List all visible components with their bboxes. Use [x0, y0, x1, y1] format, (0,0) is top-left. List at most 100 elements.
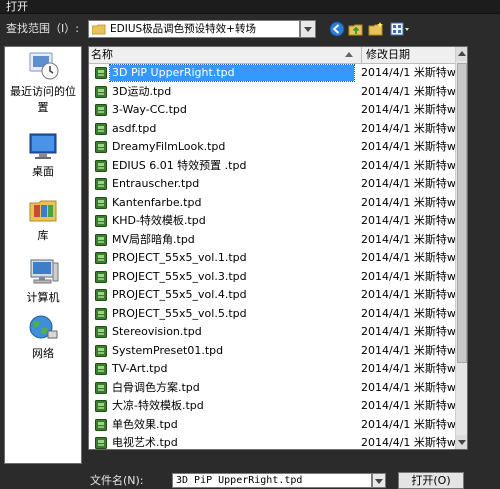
- column-name-header[interactable]: 名称: [91, 47, 113, 63]
- file-row[interactable]: Stereovision.tpd 2014/4/1 米斯特wa...: [89, 323, 455, 342]
- place-computer[interactable]: 计算机: [5, 257, 81, 305]
- file-name: 大凉-特效模板.tpd: [112, 399, 204, 412]
- file-row[interactable]: 3-Way-CC.tpd 2014/4/1 米斯特wa...: [89, 101, 455, 120]
- file-name: 单色效果.tpd: [112, 417, 178, 431]
- file-row[interactable]: PROJECT_55x5_vol.5.tpd 2014/4/1 米斯特wa...: [89, 305, 455, 324]
- file-name: PROJECT_55x5_vol.3.tpd: [112, 269, 247, 283]
- file-name: PROJECT_55x5_vol.1.tpd: [112, 251, 247, 264]
- place-library[interactable]: 库: [5, 195, 81, 243]
- file-name-input[interactable]: [172, 473, 372, 488]
- place-library-label: 库: [37, 229, 49, 242]
- sort-arrow-icon: [345, 52, 353, 57]
- file-row[interactable]: Entrauscher.tpd 2014/4/1 米斯特wa...: [89, 175, 455, 194]
- file-date: 2014/4/1 米斯特wa...: [361, 417, 455, 431]
- file-row[interactable]: asdf.tpd 2014/4/1 米斯特wa...: [89, 120, 455, 139]
- look-in-dropdown-button[interactable]: [300, 20, 316, 38]
- file-name: DreamyFilmLook.tpd: [112, 140, 226, 153]
- file-row[interactable]: Kantenfarbe.tpd 2014/4/1 米斯特wa...: [89, 194, 455, 213]
- file-row[interactable]: KHD-特效模板.tpd 2014/4/1 米斯特wa...: [89, 212, 455, 231]
- file-date: 2014/4/1 米斯特wa...: [361, 232, 455, 246]
- arrow-up-icon: [458, 51, 466, 56]
- desktop-icon: [29, 133, 57, 159]
- preset-file-icon: [95, 122, 107, 135]
- preset-file-icon: [95, 437, 107, 449]
- network-icon: [29, 315, 58, 339]
- file-date: 2014/4/1 米斯特wa...: [361, 288, 455, 301]
- preset-file-icon: [95, 418, 107, 431]
- preset-file-icon: [95, 289, 107, 301]
- preset-file-icon: [95, 400, 107, 412]
- place-desktop[interactable]: 桌面: [5, 131, 81, 179]
- back-icon[interactable]: [329, 21, 345, 37]
- preset-file-icon: [95, 178, 107, 190]
- file-date: 2014/4/1 米斯特wa...: [361, 103, 455, 116]
- file-date: 2014/4/1 米斯特wa...: [361, 325, 455, 338]
- preset-file-icon: [95, 67, 107, 79]
- look-in-value: EDIUS极品调色预设特效+转场: [110, 23, 256, 35]
- place-recent-label: 最近访问的位置: [10, 85, 76, 114]
- place-network[interactable]: 网络: [5, 313, 81, 361]
- look-in-combobox[interactable]: EDIUS极品调色预设特效+转场: [88, 20, 300, 38]
- scroll-up-button[interactable]: [456, 47, 467, 61]
- file-row[interactable]: PROJECT_55x5_vol.1.tpd 2014/4/1 米斯特wa...: [89, 249, 455, 268]
- preset-file-icon: [95, 326, 107, 338]
- recent-places-icon: [29, 52, 59, 80]
- scroll-thumb[interactable]: [457, 63, 467, 363]
- file-row[interactable]: PROJECT_55x5_vol.3.tpd 2014/4/1 米斯特wa...: [89, 268, 455, 287]
- file-row[interactable]: DreamyFilmLook.tpd 2014/4/1 米斯特wa...: [89, 138, 455, 157]
- file-name: TV-Art.tpd: [112, 362, 168, 375]
- file-date: 2014/4/1 米斯特wa...: [361, 306, 455, 320]
- file-name: 3D PiP UpperRight.tpd: [109, 64, 355, 82]
- file-row[interactable]: 白骨调色方案.tpd 2014/4/1 米斯特wa...: [89, 379, 455, 398]
- file-name: EDIUS 6.01 特效预置 .tpd: [112, 158, 247, 172]
- file-name-dropdown-button[interactable]: [372, 473, 386, 488]
- file-row[interactable]: SystemPreset01.tpd 2014/4/1 米斯特wa...: [89, 342, 455, 361]
- file-row[interactable]: 电视艺术.tpd 2014/4/1 米斯特wa...: [89, 434, 455, 449]
- file-row[interactable]: 3D运动.tpd 2014/4/1 米斯特wa...: [89, 83, 455, 102]
- file-name-label: 文件名(N):: [90, 474, 144, 487]
- file-name: 白骨调色方案.tpd: [112, 380, 200, 394]
- file-row[interactable]: 单色效果.tpd 2014/4/1 米斯特wa...: [89, 416, 455, 435]
- file-name: KHD-特效模板.tpd: [112, 214, 206, 227]
- look-in-label: 查找范围（I）:: [6, 22, 79, 35]
- file-list[interactable]: 名称 修改日期 3D PiP UpperRight.tpd 2014/4/1 米…: [88, 46, 468, 450]
- preset-file-icon: [95, 196, 107, 209]
- file-date: 2014/4/1 米斯特wa...: [361, 269, 455, 283]
- up-folder-icon[interactable]: [348, 21, 364, 37]
- computer-icon: [30, 259, 59, 284]
- preset-file-icon: [95, 381, 107, 394]
- preset-file-icon: [95, 270, 107, 283]
- file-date: 2014/4/1 米斯特wa...: [361, 121, 455, 135]
- file-date: 2014/4/1 米斯特wa...: [361, 177, 455, 190]
- open-button[interactable]: 打开(O): [398, 472, 464, 489]
- chevron-down-icon: [304, 27, 312, 32]
- vertical-scrollbar[interactable]: [455, 47, 467, 449]
- preset-file-icon: [95, 363, 107, 375]
- file-row[interactable]: EDIUS 6.01 特效预置 .tpd 2014/4/1 米斯特wa...: [89, 157, 455, 176]
- view-menu-icon[interactable]: [390, 21, 410, 37]
- file-name: asdf.tpd: [112, 121, 157, 135]
- file-date: 2014/4/1 米斯特wa...: [361, 399, 455, 412]
- preset-file-icon: [95, 159, 107, 172]
- column-date-header[interactable]: 修改日期: [361, 47, 410, 63]
- preset-file-icon: [95, 252, 107, 264]
- new-folder-icon[interactable]: [368, 21, 384, 37]
- preset-file-icon: [95, 104, 107, 116]
- preset-file-icon: [95, 141, 107, 153]
- file-date: 2014/4/1 米斯特wa...: [361, 362, 455, 375]
- file-row[interactable]: MV局部暗角.tpd 2014/4/1 米斯特wa...: [89, 231, 455, 250]
- file-name: PROJECT_55x5_vol.4.tpd: [112, 288, 247, 301]
- file-row[interactable]: TV-Art.tpd 2014/4/1 米斯特wa...: [89, 360, 455, 379]
- file-name: PROJECT_55x5_vol.5.tpd: [112, 306, 247, 320]
- file-date: 2014/4/1 米斯特wa...: [361, 343, 455, 357]
- library-icon: [29, 200, 57, 222]
- scroll-down-button[interactable]: [456, 435, 467, 449]
- preset-file-icon: [95, 215, 107, 227]
- place-recent[interactable]: 最近访问的位置: [5, 51, 81, 115]
- file-row[interactable]: 3D PiP UpperRight.tpd 2014/4/1 米斯特wa...: [89, 64, 455, 83]
- file-row[interactable]: 大凉-特效模板.tpd 2014/4/1 米斯特wa...: [89, 397, 455, 416]
- file-name: 3-Way-CC.tpd: [112, 103, 187, 116]
- preset-file-icon: [95, 344, 107, 357]
- preset-file-icon: [95, 85, 107, 98]
- file-row[interactable]: PROJECT_55x5_vol.4.tpd 2014/4/1 米斯特wa...: [89, 286, 455, 305]
